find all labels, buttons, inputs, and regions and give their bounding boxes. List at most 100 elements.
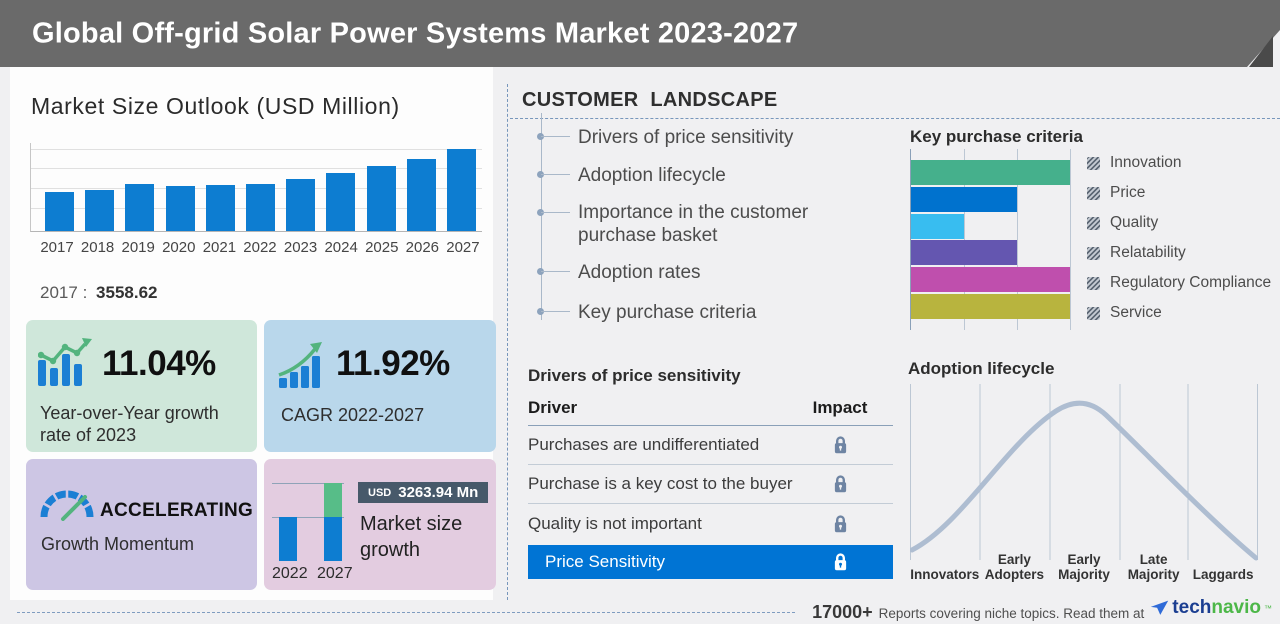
- lifecycle-stage-label: Early Majority: [1058, 552, 1110, 582]
- lock-icon: [834, 436, 846, 454]
- brand-part-tech: tech: [1172, 597, 1212, 618]
- speedometer-icon: [40, 490, 94, 521]
- market-size-panel: Market Size Outlook (USD Million) 2017 20…: [10, 67, 496, 600]
- increment-amount: 3263.94 Mn: [398, 484, 479, 501]
- legend-item: Quality: [1087, 212, 1271, 234]
- market-size-title: Market Size Outlook (USD Million): [31, 93, 400, 119]
- bar-2022: [279, 517, 297, 561]
- footer-message: Reports covering niche topics. Read them…: [878, 605, 1145, 621]
- price-sensitivity-highlight-row: Price Sensitivity: [528, 545, 893, 579]
- x-axis-label: 2021: [202, 239, 237, 256]
- impact-lock: [810, 435, 870, 455]
- yoy-growth-value: 11.04%: [102, 344, 216, 383]
- lock-icon: [834, 514, 846, 532]
- list-connector-line: [541, 136, 570, 137]
- x-axis-label: 2027: [446, 239, 480, 256]
- trademark-symbol: ™: [1264, 603, 1272, 613]
- driver-row: Quality is not important: [528, 504, 893, 543]
- lock-icon: [810, 552, 870, 572]
- landscape-list-item: Importance in the customer purchase bask…: [578, 202, 809, 246]
- landscape-list-item: Key purchase criteria: [578, 302, 757, 323]
- x-axis-label: 2023: [283, 239, 318, 256]
- x-axis-label: 2026: [405, 239, 440, 256]
- driver-row: Purchases are undifferentiated: [528, 426, 893, 465]
- legend-swatch-icon: [1087, 276, 1100, 290]
- price-sensitivity-table: Driver Impact Purchases are undifferenti…: [528, 398, 893, 579]
- impact-lock: [810, 514, 870, 534]
- market-size-bar-2020: [165, 186, 195, 231]
- bar-chart-trend-icon: [38, 338, 92, 386]
- key-purchase-criteria-chart: [910, 149, 1071, 330]
- lifecycle-stage-label: Innovators: [910, 567, 980, 582]
- market-size-x-axis-labels: 2017 2018 2019 2020 2021 2022 2023 2024 2025 2026…: [30, 239, 482, 256]
- table-header: Driver Impact: [528, 398, 893, 426]
- year-label: 2027: [317, 565, 353, 582]
- lifecycle-stage-label: Laggards: [1192, 567, 1254, 582]
- technavio-logo[interactable]: tech navio ™: [1150, 597, 1272, 619]
- market-size-bar-2027: [446, 149, 476, 231]
- price-sensitivity-title: Drivers of price sensitivity: [528, 366, 741, 385]
- momentum-label: Growth Momentum: [41, 534, 195, 554]
- x-axis-label: 2020: [162, 239, 196, 256]
- yoy-growth-label: Year-over-Year growth rate of 2023: [40, 403, 219, 445]
- corner-fold-decoration: [1247, 30, 1280, 67]
- lock-icon: [834, 475, 846, 493]
- market-size-bar-2018: [85, 190, 115, 231]
- report-count: 17000+: [812, 601, 873, 622]
- criteria-bar-relatability: [911, 240, 1017, 265]
- key-purchase-criteria-legend: Innovation Price Quality Relatability Regula…: [1087, 152, 1271, 324]
- market-size-growth-label: Market size growth: [360, 513, 463, 561]
- adoption-lifecycle-title: Adoption lifecycle: [908, 359, 1055, 378]
- lifecycle-stage-label: Late Majority: [1127, 552, 1180, 582]
- x-axis-label: 2019: [121, 239, 155, 256]
- technavio-arrow-icon: [1151, 600, 1169, 615]
- bell-curve: [909, 384, 1259, 561]
- cagr-card: 11.92% CAGR 2022-2027: [264, 320, 496, 452]
- x-axis-label: 2024: [324, 239, 358, 256]
- legend-swatch-icon: [1087, 216, 1100, 230]
- x-axis-label: 2018: [80, 239, 115, 256]
- header-bar: Global Off-grid Solar Power Systems Mark…: [0, 0, 1280, 67]
- customer-landscape-title: CUSTOMER LANDSCAPE: [522, 89, 778, 111]
- legend-item: Innovation: [1087, 152, 1271, 174]
- page-title: Global Off-grid Solar Power Systems Mark…: [32, 17, 799, 49]
- landscape-list-item: Adoption rates: [578, 262, 701, 283]
- x-axis-label: 2022: [243, 239, 277, 256]
- legend-swatch-icon: [1087, 306, 1100, 320]
- list-connector-line: [541, 271, 570, 272]
- infographic-root: Global Off-grid Solar Power Systems Mark…: [0, 0, 1280, 624]
- list-connector-line: [541, 174, 570, 175]
- column-impact: Impact: [812, 398, 868, 417]
- criteria-bar-price: [911, 187, 1017, 212]
- landscape-connector-line: [541, 113, 542, 320]
- adoption-lifecycle-chart: [909, 384, 1259, 563]
- driver-label: Purchase is a key cost to the buyer: [528, 474, 793, 493]
- market-size-bar-2017: [45, 192, 74, 231]
- market-size-growth-card: 2022 2027 USD 3263.94 Mn Market size gro…: [264, 459, 496, 590]
- highlight-row-label: Price Sensitivity: [545, 552, 665, 571]
- legend-item: Price: [1087, 182, 1271, 204]
- year-label: 2022: [272, 565, 308, 582]
- list-connector-line: [541, 212, 570, 213]
- currency-label: USD: [368, 486, 392, 499]
- growth-arrow-icon: [278, 342, 322, 388]
- legend-label: Service: [1110, 304, 1162, 321]
- landscape-list-item: Drivers of price sensitivity: [578, 127, 794, 148]
- note-value: 3558.62: [96, 283, 158, 302]
- vertical-dashed-divider: [507, 84, 508, 600]
- criteria-bar-regulatory-compliance: [911, 267, 1070, 292]
- market-size-bar-2022: [245, 184, 275, 231]
- market-size-bar-2024: [326, 173, 356, 231]
- adoption-lifecycle-stage-labels: Innovators Early Adopters Early Majority La…: [910, 540, 1258, 582]
- x-axis-label: 2017: [40, 239, 74, 256]
- incremental-growth-mini-chart: 2022 2027: [272, 481, 353, 585]
- legend-swatch-icon: [1087, 246, 1100, 260]
- legend-label: Regulatory Compliance: [1110, 274, 1272, 291]
- market-size-bar-2025: [366, 166, 396, 231]
- yoy-growth-card: 11.04% Year-over-Year growth rate of 202…: [26, 320, 257, 452]
- driver-label: Purchases are undifferentiated: [528, 435, 760, 454]
- legend-label: Price: [1110, 184, 1146, 201]
- criteria-bar-innovation: [911, 160, 1070, 185]
- bar-2027-base: [324, 517, 342, 561]
- legend-item: Relatability: [1087, 242, 1271, 264]
